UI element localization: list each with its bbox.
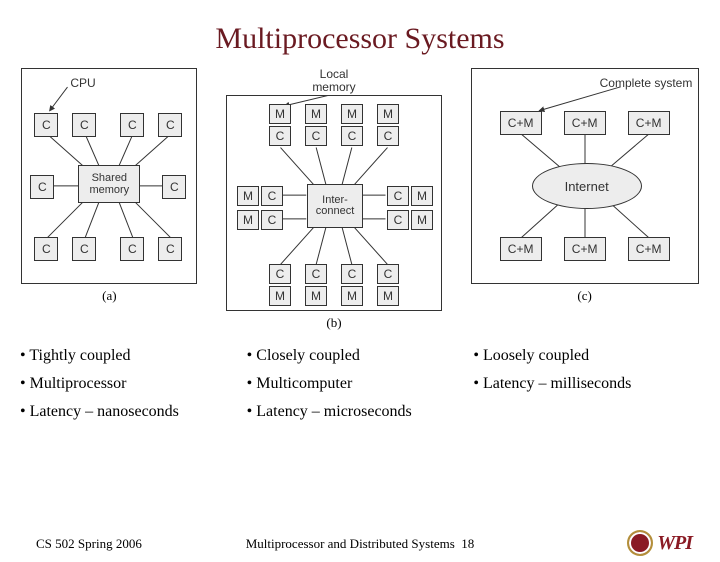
figure-a-wrap: CPU C C C C C C Shared memory C C C C (a… [21,68,197,304]
bullet-item: Multiprocessor [20,375,247,393]
internet-hub: Internet [532,163,642,209]
bullet-item: Latency – nanoseconds [20,403,247,421]
mem-box: M [377,286,399,306]
figure-b: M M M M C C C C M C M C C M C M Inter- c… [226,95,442,311]
figure-row: CPU C C C C C C Shared memory C C C C (a… [0,68,720,331]
cpu-box: C [261,210,283,230]
bullets-c: Loosely coupled Latency – milliseconds [473,347,700,431]
figure-b-wrap: Local memory M [226,68,442,331]
bullet-item: Latency – milliseconds [473,375,700,393]
mem-box: M [305,286,327,306]
bullet-columns: Tightly coupled Multiprocessor Latency –… [0,331,720,431]
cache-box: C [158,113,182,137]
bullet-item: Latency – microseconds [247,403,474,421]
cpu-box: C [377,264,399,284]
figure-a-caption: (a) [102,288,116,304]
mem-box: M [269,104,291,124]
node-box: C+M [564,237,606,261]
mem-box: M [305,104,327,124]
figure-c: Complete system C+M C+M C+M Internet C+M… [471,68,699,284]
node-box: C+M [628,111,670,135]
node-box: C+M [500,237,542,261]
mem-box: M [237,186,259,206]
local-memory-label: Local memory [312,68,355,93]
bullet-item: Loosely coupled [473,347,700,365]
bullet-item: Multicomputer [247,375,474,393]
cpu-box: C [387,186,409,206]
wpi-text: WPI [657,532,692,555]
bullets-a: Tightly coupled Multiprocessor Latency –… [20,347,247,431]
cpu-box: C [305,126,327,146]
mem-box: M [341,104,363,124]
cpu-box: C [341,126,363,146]
cache-box: C [72,113,96,137]
cpu-box: C [387,210,409,230]
bullets-b: Closely coupled Multicomputer Latency – … [247,347,474,431]
bullet-item: Closely coupled [247,347,474,365]
cache-box: C [30,175,54,199]
cache-box: C [72,237,96,261]
node-box: C+M [564,111,606,135]
cpu-label: CPU [70,77,95,90]
figure-c-wrap: Complete system C+M C+M C+M Internet C+M… [471,68,699,304]
cpu-box: C [341,264,363,284]
figure-c-caption: (c) [577,288,591,304]
mem-box: M [411,186,433,206]
cpu-box: C [377,126,399,146]
cache-box: C [120,113,144,137]
bullet-item: Tightly coupled [20,347,247,365]
cache-box: C [162,175,186,199]
cpu-box: C [269,264,291,284]
mem-box: M [341,286,363,306]
cache-box: C [34,237,58,261]
mem-box: M [269,286,291,306]
mem-box: M [237,210,259,230]
cpu-box: C [261,186,283,206]
wpi-seal-icon [627,530,653,556]
cache-box: C [158,237,182,261]
wpi-logo: WPI [627,530,692,556]
node-box: C+M [500,111,542,135]
figure-a: CPU C C C C C C Shared memory C C C C [21,68,197,284]
page-title: Multiprocessor Systems [0,22,720,56]
footer: CS 502 Spring 2006 Multiprocessor and Di… [0,536,720,552]
mem-box: M [411,210,433,230]
cpu-box: C [305,264,327,284]
footer-doc-title: Multiprocessor and Distributed Systems [246,536,455,551]
footer-page-number: 18 [461,536,474,551]
mem-box: M [377,104,399,124]
interconnect-box: Inter- connect [307,184,363,228]
cache-box: C [34,113,58,137]
shared-memory-box: Shared memory [78,165,140,203]
complete-system-label: Complete system [600,77,693,90]
footer-course: CS 502 Spring 2006 [36,536,142,552]
node-box: C+M [628,237,670,261]
cpu-box: C [269,126,291,146]
figure-b-caption: (b) [326,315,341,331]
cache-box: C [120,237,144,261]
